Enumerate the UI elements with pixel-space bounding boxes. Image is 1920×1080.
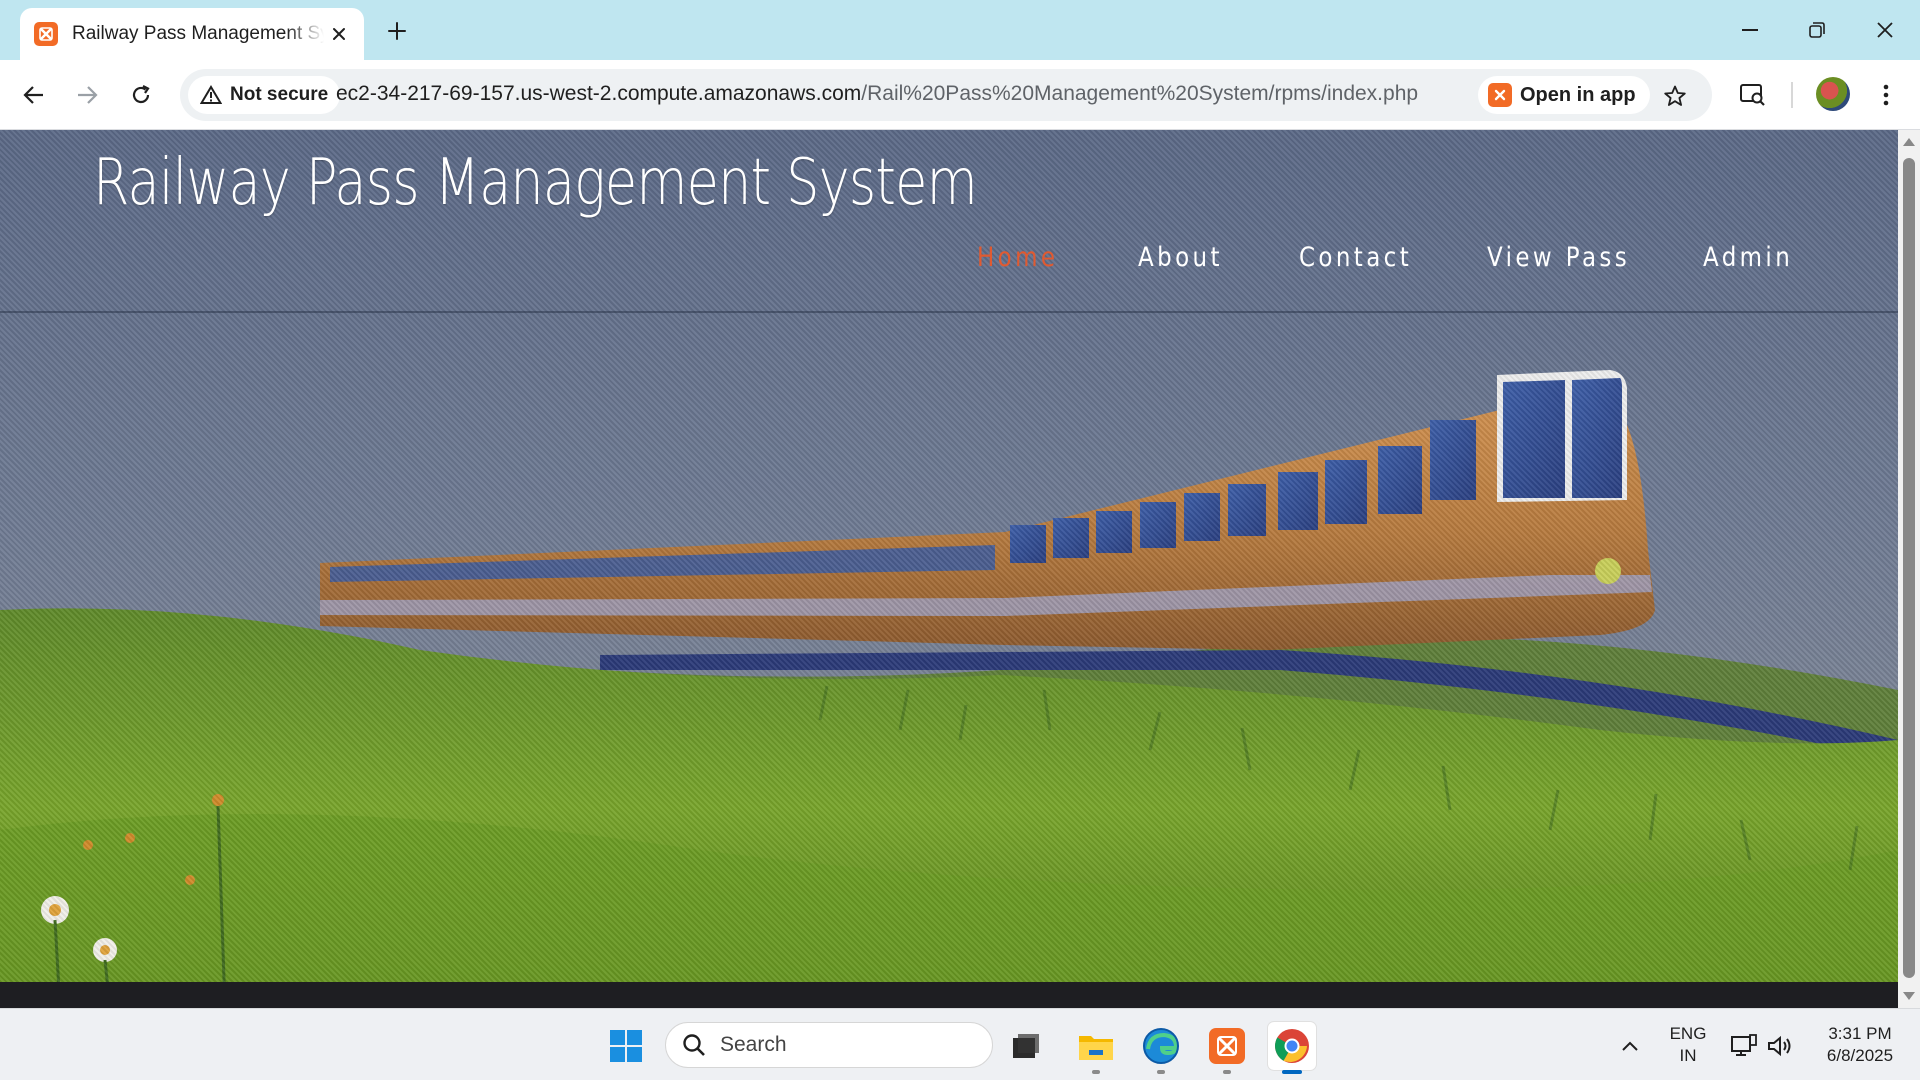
scroll-down-arrow[interactable] (1903, 992, 1915, 1000)
star-icon (1664, 85, 1686, 106)
minimize-icon (1742, 29, 1758, 31)
running-indicator (1282, 1070, 1302, 1074)
warning-icon (200, 85, 222, 104)
avatar[interactable] (1816, 77, 1850, 111)
clock[interactable]: 3:31 PM 6/8/2025 (1812, 1023, 1908, 1067)
chrome-button[interactable] (1268, 1022, 1316, 1074)
running-indicator (1092, 1070, 1100, 1074)
start-button[interactable] (602, 1022, 650, 1070)
browser-tab[interactable]: Railway Pass Management System (20, 8, 364, 60)
xampp-button[interactable] (1203, 1022, 1251, 1074)
url-path: /Rail%20Pass%20Management%20System/rpms/… (861, 82, 1419, 105)
xampp-icon (1209, 1028, 1245, 1064)
minimize-button[interactable] (1720, 10, 1780, 50)
language-label: ENG (1669, 1024, 1707, 1043)
search-icon (683, 1034, 705, 1056)
new-tab-button[interactable] (380, 14, 414, 48)
restore-icon (1809, 22, 1825, 38)
reload-button[interactable] (121, 75, 161, 115)
security-label: Not secure (230, 84, 329, 105)
region-label: IN (1679, 1046, 1697, 1065)
nav-contact[interactable]: Contact (1299, 242, 1412, 273)
close-window-button[interactable] (1855, 10, 1915, 50)
nav-about[interactable]: About (1138, 242, 1223, 273)
chevron-up-icon (1622, 1041, 1638, 1051)
bookmark-button[interactable] (1660, 81, 1690, 111)
tab-strip: Railway Pass Management System (0, 0, 1920, 60)
file-explorer-button[interactable] (1072, 1022, 1120, 1074)
volume-icon (1768, 1035, 1791, 1057)
clock-date: 6/8/2025 (1826, 1046, 1894, 1065)
edge-button[interactable] (1137, 1022, 1185, 1074)
file-explorer-icon (1079, 1036, 1113, 1060)
network-icon (1731, 1034, 1757, 1056)
page-viewport: Railway Pass Management System Home Abou… (0, 130, 1898, 1008)
language-indicator[interactable]: ENG IN (1668, 1023, 1708, 1067)
xampp-icon (1488, 83, 1512, 107)
page-scrollbar[interactable] (1898, 130, 1920, 1008)
close-icon (333, 28, 345, 40)
tab-title: Railway Pass Management System (72, 23, 324, 44)
nav-home[interactable]: Home (977, 242, 1058, 273)
site-info-chip[interactable]: Not secure (188, 76, 341, 114)
open-in-app-button[interactable]: Open in app (1478, 76, 1650, 114)
toolbar-divider (1791, 82, 1793, 108)
open-in-app-label: Open in app (1520, 83, 1636, 106)
clock-time: 3:31 PM (1828, 1024, 1892, 1043)
running-indicator (1157, 1070, 1165, 1074)
url-text[interactable]: ec2-34-217-69-157.us-west-2.compute.amaz… (336, 82, 1418, 106)
close-tab-button[interactable] (326, 21, 352, 47)
show-hidden-icons-button[interactable] (1606, 1022, 1654, 1070)
windows-icon (610, 1030, 642, 1062)
scroll-up-arrow[interactable] (1903, 138, 1915, 146)
scrollbar-thumb[interactable] (1903, 158, 1915, 978)
browser-toolbar: Not secure ec2-34-217-69-157.us-west-2.c… (0, 60, 1920, 130)
edge-icon (1143, 1028, 1179, 1064)
forward-button[interactable] (67, 75, 107, 115)
back-button[interactable] (14, 75, 54, 115)
plus-icon (388, 22, 406, 40)
media-search-icon (1740, 84, 1765, 106)
restore-button[interactable] (1787, 10, 1847, 50)
taskbar-search[interactable]: Search (665, 1022, 993, 1068)
back-icon (23, 86, 43, 104)
running-indicator (1223, 1070, 1231, 1074)
menu-button[interactable] (1866, 75, 1906, 115)
task-view-button[interactable] (1002, 1022, 1050, 1070)
forward-icon (78, 86, 98, 104)
menu-icon (1883, 84, 1889, 106)
site-title: Railway Pass Management System (93, 146, 978, 220)
chrome-icon (1275, 1029, 1309, 1063)
site-header: Railway Pass Management System Home Abou… (0, 130, 1898, 313)
nav-view-pass[interactable]: View Pass (1487, 242, 1630, 273)
nav-admin[interactable]: Admin (1703, 242, 1793, 273)
reload-icon (132, 85, 150, 104)
close-icon (1877, 22, 1893, 38)
url-host: ec2-34-217-69-157.us-west-2.compute.amaz… (336, 82, 862, 105)
taskbar: Search ENG IN 3:31 PM 6/8/2025 (0, 1008, 1920, 1080)
search-placeholder: Search (720, 1033, 787, 1056)
page-footer-strip (0, 982, 1898, 1008)
media-search-button[interactable] (1733, 75, 1773, 115)
volume-button[interactable] (1756, 1022, 1804, 1070)
task-view-icon (1013, 1034, 1039, 1058)
address-bar[interactable]: Not secure ec2-34-217-69-157.us-west-2.c… (180, 69, 1712, 121)
xampp-icon (34, 22, 58, 46)
